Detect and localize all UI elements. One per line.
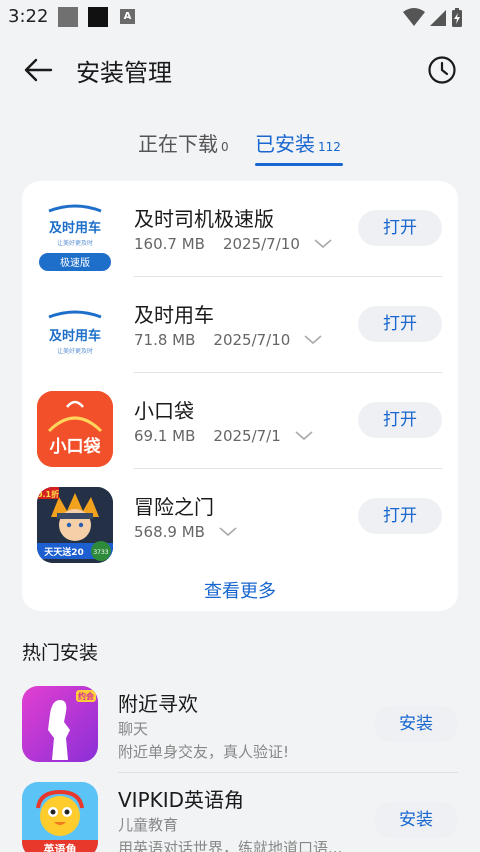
install-button[interactable]: 安装 xyxy=(374,802,458,838)
app-name: 小口袋 xyxy=(134,399,194,423)
notification-icon-black xyxy=(88,7,108,27)
icon-brand-text: 小口袋 xyxy=(50,436,102,457)
icon-brand-text: 及时用车 xyxy=(49,220,101,236)
installed-app-row[interactable]: 小口袋 小口袋 69.1 MB 2025/7/1 打开 xyxy=(22,373,458,469)
tab-label: 正在下载 xyxy=(138,132,218,156)
signal-icon xyxy=(430,10,446,26)
clock-icon xyxy=(428,56,456,84)
app-description: 附近单身交友，真人验证! xyxy=(118,743,290,761)
page-title: 安装管理 xyxy=(76,59,172,87)
app-icon: 0.1折 天天送20 3733 xyxy=(37,487,113,563)
tab-label: 已安装 xyxy=(255,132,315,156)
icon-brand-text: 及时用车 xyxy=(49,328,101,344)
icon-tag-text: 极速版 xyxy=(60,256,90,269)
chevron-down-icon[interactable] xyxy=(314,235,332,253)
tab-downloading[interactable]: 正在下载 0 xyxy=(138,128,229,168)
status-bar: 3:22 A xyxy=(0,0,480,34)
installed-apps-card: 及时用车 让美好更及时 极速版 及时司机极速版 160.7 MB 2025/7/… xyxy=(22,181,458,611)
chevron-down-icon[interactable] xyxy=(295,427,313,445)
wifi-icon xyxy=(403,8,425,26)
icon-corner-text: 3733 xyxy=(93,549,108,556)
app-icon: 英语角 xyxy=(22,782,98,852)
installed-app-row[interactable]: 及时用车 让美好更及时 极速版 及时司机极速版 160.7 MB 2025/7/… xyxy=(22,181,458,277)
status-indicators xyxy=(402,6,466,32)
history-button[interactable] xyxy=(424,52,460,88)
notification-icon-gray xyxy=(58,7,78,27)
see-more-link[interactable]: 查看更多 xyxy=(22,577,458,603)
app-icon: 及时用车 让美好更及时 极速版 xyxy=(37,199,113,275)
install-button[interactable]: 安装 xyxy=(374,706,458,742)
app-meta: 160.7 MB 2025/7/10 xyxy=(134,235,332,253)
icon-slogan-text: 让美好更及时 xyxy=(57,347,93,355)
app-bar: 安装管理 xyxy=(0,40,480,100)
recommended-app-row[interactable]: 英语角 VIPKID英语角 儿童教育 用英语对话世界，练就地道口语... 安装 xyxy=(0,782,480,852)
app-size: 568.9 MB xyxy=(134,523,205,541)
open-button[interactable]: 打开 xyxy=(358,306,442,342)
app-date: 2025/7/10 xyxy=(213,331,291,349)
chevron-down-icon[interactable] xyxy=(219,523,237,541)
tab-count: 112 xyxy=(318,140,341,154)
back-arrow-icon xyxy=(24,58,53,82)
app-size: 69.1 MB xyxy=(134,427,196,445)
open-button[interactable]: 打开 xyxy=(358,210,442,246)
app-name: 及时用车 xyxy=(134,303,214,327)
installed-app-row[interactable]: 及时用车 让美好更及时 及时用车 71.8 MB 2025/7/10 打开 xyxy=(22,277,458,373)
tab-installed[interactable]: 已安装 112 xyxy=(255,128,341,168)
app-name: VIPKID英语角 xyxy=(118,788,245,812)
app-category: 儿童教育 xyxy=(118,816,179,834)
app-icon: 小口袋 xyxy=(37,391,113,467)
battery-charging-icon xyxy=(452,8,462,27)
app-date: 2025/7/1 xyxy=(213,427,281,445)
open-button[interactable]: 打开 xyxy=(358,498,442,534)
app-icon: 及时用车 让美好更及时 xyxy=(37,295,113,371)
app-size: 160.7 MB xyxy=(134,235,205,253)
recommended-app-row[interactable]: 约会 附近寻欢 聊天 附近单身交友，真人验证! 安装 xyxy=(0,686,480,782)
icon-tag-text: 英语角 xyxy=(43,842,77,852)
tab-indicator xyxy=(255,163,343,166)
tab-bar: 正在下载 0 已安装 112 xyxy=(0,128,480,168)
app-description: 用英语对话世界，练就地道口语... xyxy=(118,839,343,852)
app-name: 冒险之门 xyxy=(134,495,214,519)
open-button[interactable]: 打开 xyxy=(358,402,442,438)
back-button[interactable] xyxy=(20,52,56,88)
divider xyxy=(118,772,458,773)
app-meta: 69.1 MB 2025/7/1 xyxy=(134,427,313,445)
app-meta: 568.9 MB xyxy=(134,523,237,541)
app-name: 附近寻欢 xyxy=(118,692,198,716)
app-icon: 约会 xyxy=(22,686,98,762)
status-time: 3:22 xyxy=(8,6,49,27)
icon-slogan-text: 让美好更及时 xyxy=(57,239,93,247)
chevron-down-icon[interactable] xyxy=(304,331,322,349)
app-date: 2025/7/10 xyxy=(222,235,300,253)
installed-app-row[interactable]: 0.1折 天天送20 3733 冒险之门 568.9 MB 打开 xyxy=(22,469,458,565)
icon-banner-text: 天天送20 xyxy=(44,546,84,558)
icon-tag-text: 约会 xyxy=(78,691,94,701)
notification-a-icon: A xyxy=(120,9,135,24)
tab-count: 0 xyxy=(221,140,229,154)
app-name: 及时司机极速版 xyxy=(134,207,274,231)
app-size: 71.8 MB xyxy=(134,331,196,349)
app-category: 聊天 xyxy=(118,720,149,738)
section-title: 热门安装 xyxy=(22,642,99,664)
app-meta: 71.8 MB 2025/7/10 xyxy=(134,331,322,349)
icon-badge-text: 0.1折 xyxy=(37,489,59,499)
